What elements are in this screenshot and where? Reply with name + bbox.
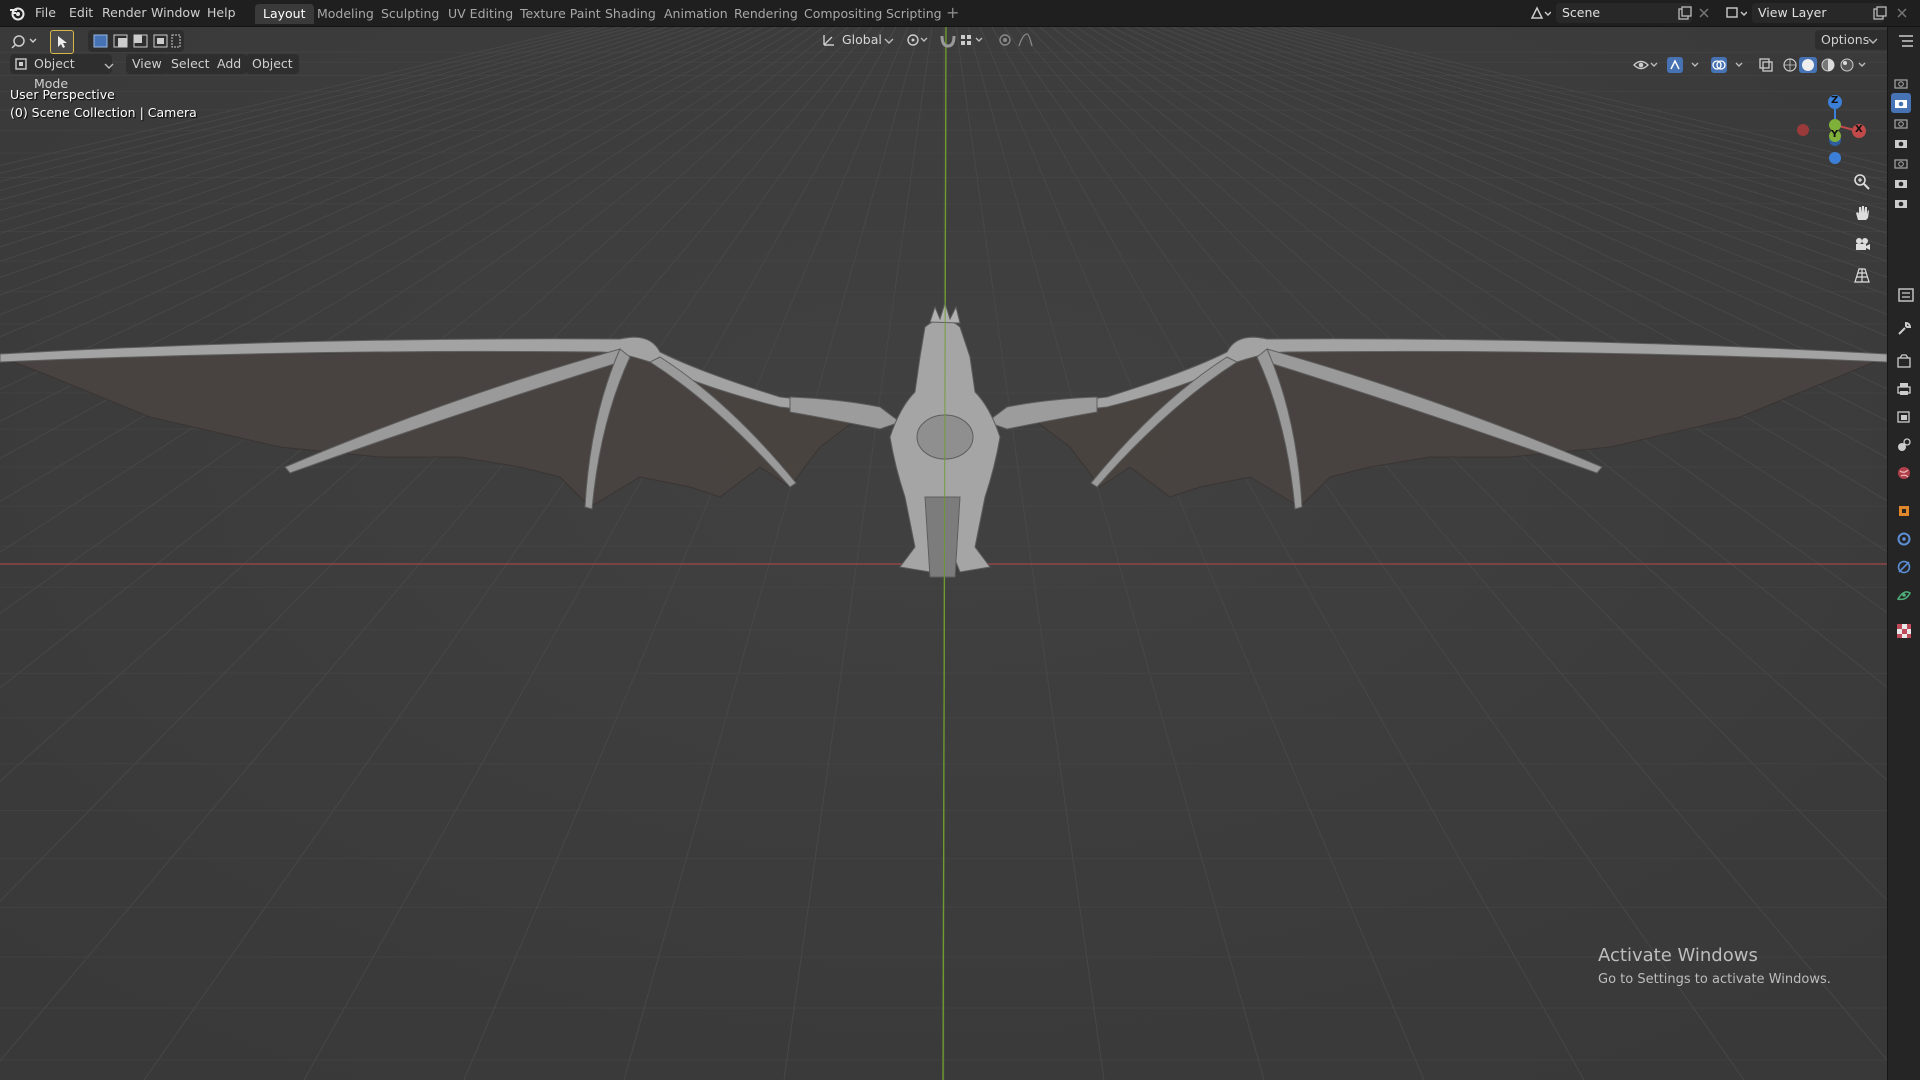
- world-properties-icon[interactable]: [1894, 463, 1914, 483]
- activate-windows-title: Activate Windows: [1598, 945, 1758, 966]
- tab-rendering[interactable]: Rendering: [726, 4, 806, 24]
- tab-compositing[interactable]: Compositing: [796, 4, 890, 24]
- tab-texture-paint[interactable]: Texture Paint: [512, 4, 609, 24]
- perspective-toggle-grid-icon[interactable]: [1849, 262, 1875, 288]
- zoom-icon[interactable]: [1849, 169, 1875, 195]
- menu-select[interactable]: Select: [165, 54, 216, 74]
- editor-type-menu-icon[interactable]: [8, 31, 42, 51]
- new-view-layer-icon[interactable]: [1870, 3, 1890, 23]
- camera-visibility-icon[interactable]: [1891, 153, 1911, 173]
- gizmo-toggle-icon[interactable]: [1666, 55, 1706, 75]
- scene-properties-icon[interactable]: [1894, 435, 1914, 455]
- scene-selector-icon[interactable]: [1526, 3, 1554, 23]
- modifier-properties-icon[interactable]: [1894, 529, 1914, 549]
- view-layer-properties-icon[interactable]: [1894, 407, 1914, 427]
- transform-orientation-dropdown[interactable]: Global: [838, 30, 886, 50]
- object-properties-icon[interactable]: [1894, 501, 1914, 521]
- top-menu-bar: File Edit Render Window Help Layout Mode…: [0, 0, 1920, 27]
- view-layer-name: View Layer: [1758, 5, 1827, 20]
- camera-visibility-icon[interactable]: [1891, 173, 1911, 193]
- 3d-viewport[interactable]: Global Options Object Mode View Select A…: [0, 27, 1887, 1080]
- mode-chevron-icon: [104, 63, 114, 69]
- menu-object[interactable]: Object: [246, 54, 299, 74]
- menu-file[interactable]: File: [35, 4, 56, 22]
- properties-tab-bar: [1887, 27, 1920, 1080]
- menu-render[interactable]: Render: [102, 4, 147, 22]
- add-workspace-button[interactable]: +: [946, 4, 959, 22]
- render-properties-icon[interactable]: [1894, 351, 1914, 371]
- delete-scene-close-icon[interactable]: [1694, 3, 1714, 23]
- gizmo-y-label: Y: [1831, 129, 1839, 140]
- viewport-collection-label: (0) Scene Collection | Camera: [10, 105, 197, 120]
- tab-sculpting[interactable]: Sculpting: [373, 4, 447, 24]
- view-layer-name-field[interactable]: View Layer: [1752, 3, 1884, 23]
- view-layer-selector-icon[interactable]: [1722, 3, 1750, 23]
- pivot-point-icon[interactable]: [903, 30, 933, 50]
- transform-orientation-icon[interactable]: [818, 30, 840, 50]
- tab-shading[interactable]: Shading: [597, 4, 664, 24]
- overlays-toggle-icon[interactable]: [1710, 55, 1750, 75]
- scene-name: Scene: [1562, 5, 1601, 20]
- tab-uv-editing[interactable]: UV Editing: [440, 4, 521, 24]
- options-chevron-icon: [1868, 38, 1878, 44]
- visibility-eye-icon[interactable]: [1632, 55, 1660, 75]
- menu-window[interactable]: Window: [151, 4, 200, 22]
- viewport-perspective-label: User Perspective: [10, 87, 115, 102]
- select-tool-icon[interactable]: [50, 30, 74, 54]
- viewport-grid: [0, 27, 1887, 1080]
- camera-visibility-icon[interactable]: [1891, 73, 1911, 93]
- menu-edit[interactable]: Edit: [69, 4, 93, 22]
- camera-visibility-active-icon[interactable]: [1891, 93, 1911, 113]
- xray-toggle-icon[interactable]: [1756, 55, 1776, 75]
- tab-modeling[interactable]: Modeling: [309, 4, 382, 24]
- pan-hand-icon[interactable]: [1849, 200, 1875, 226]
- gizmo-z-label: Z: [1831, 95, 1839, 106]
- new-scene-icon[interactable]: [1675, 3, 1695, 23]
- tab-animation[interactable]: Animation: [656, 4, 736, 24]
- camera-visibility-icon[interactable]: [1891, 113, 1911, 133]
- camera-visibility-icon[interactable]: [1891, 193, 1911, 213]
- delete-view-layer-close-icon[interactable]: [1892, 3, 1912, 23]
- texture-properties-checker-icon[interactable]: [1894, 621, 1914, 641]
- gizmo-x-label: X: [1855, 124, 1863, 135]
- proportional-editing-icon[interactable]: [996, 30, 1044, 50]
- scene-name-field[interactable]: Scene: [1556, 3, 1692, 23]
- chevron-down-icon: [884, 38, 894, 44]
- snapping-magnet-icon[interactable]: [938, 30, 988, 50]
- properties-editor-toggle-icon[interactable]: [1896, 285, 1916, 305]
- blender-logo-icon[interactable]: [8, 4, 26, 22]
- menu-help[interactable]: Help: [207, 4, 236, 22]
- tab-layout[interactable]: Layout: [255, 4, 314, 24]
- object-mode-icon: [15, 58, 27, 70]
- output-properties-printer-icon[interactable]: [1894, 379, 1914, 399]
- menu-add[interactable]: Add: [211, 54, 248, 74]
- camera-visibility-icon[interactable]: [1891, 133, 1911, 153]
- tab-scripting[interactable]: Scripting: [878, 4, 950, 24]
- viewport-shading-buttons[interactable]: [1780, 55, 1870, 75]
- camera-view-icon[interactable]: [1849, 231, 1875, 257]
- outliner-toggle-icon[interactable]: [1896, 31, 1916, 51]
- tool-settings-wrench-icon[interactable]: [1894, 319, 1914, 339]
- navigation-gizmo[interactable]: Z Y X: [1790, 85, 1870, 165]
- activate-windows-subtitle: Go to Settings to activate Windows.: [1598, 972, 1831, 987]
- physics-properties-icon[interactable]: [1894, 557, 1914, 577]
- object-data-properties-icon[interactable]: [1894, 585, 1914, 605]
- selection-mode-buttons: [88, 30, 184, 52]
- menu-view[interactable]: View: [126, 54, 168, 74]
